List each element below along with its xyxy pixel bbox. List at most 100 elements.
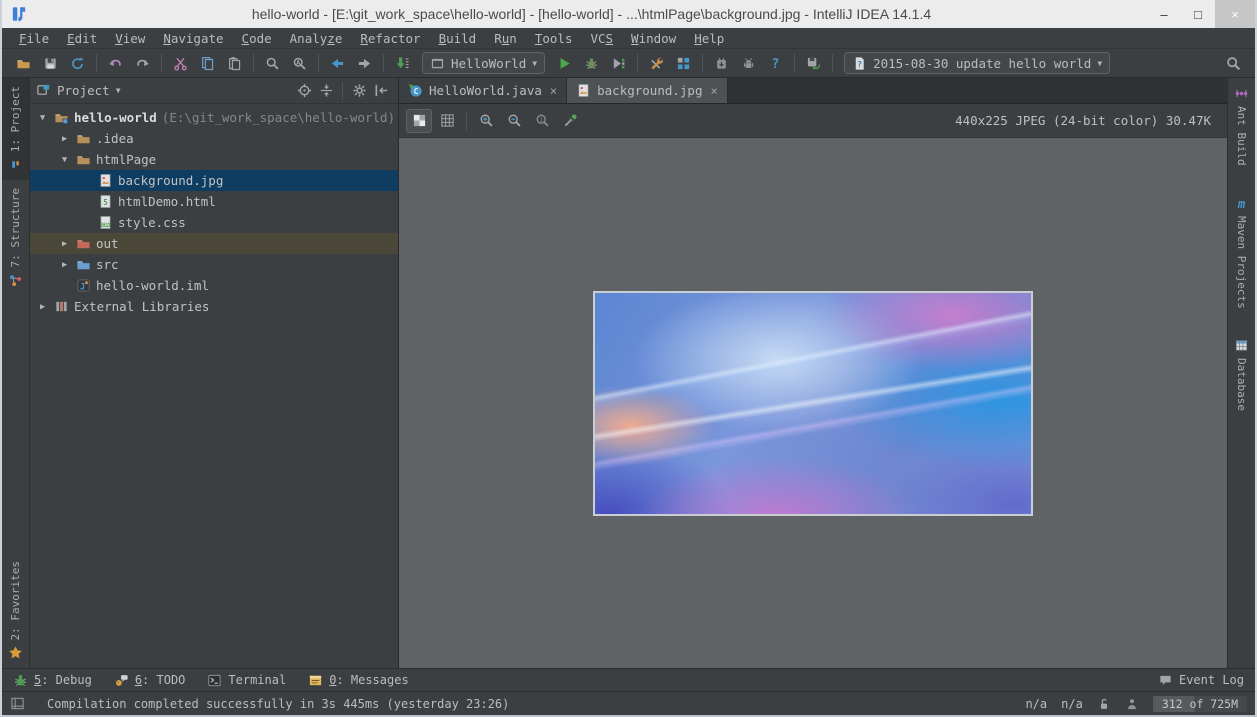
replace-button[interactable]: A bbox=[286, 51, 313, 75]
hide-panel-button[interactable] bbox=[370, 81, 392, 101]
actual-size-button[interactable]: 1 bbox=[529, 109, 555, 133]
back-button[interactable] bbox=[324, 51, 351, 75]
menu-view[interactable]: View bbox=[106, 30, 154, 47]
libraries-icon bbox=[54, 299, 69, 314]
open-folder-button[interactable] bbox=[10, 51, 37, 75]
close-button[interactable]: × bbox=[1215, 0, 1255, 28]
android-monitor-button[interactable] bbox=[708, 51, 735, 75]
tree-item-label: background.jpg bbox=[118, 173, 223, 188]
save-all-button[interactable] bbox=[37, 51, 64, 75]
tree-item-background-jpg[interactable]: background.jpg bbox=[30, 170, 398, 191]
collapsed-arrow-icon[interactable]: ▶ bbox=[58, 239, 71, 249]
vcs-commit-message-combo[interactable]: ?2015-08-30 update hello world▼ bbox=[844, 52, 1110, 74]
editor-tab-background-jpg[interactable]: background.jpg× bbox=[567, 78, 728, 103]
hector-inspector-icon[interactable] bbox=[1125, 697, 1139, 711]
tool-window-button-maven-projects[interactable]: mMaven Projects bbox=[1228, 188, 1255, 317]
collapsed-arrow-icon[interactable]: ▶ bbox=[58, 260, 71, 270]
column-mode-button[interactable] bbox=[389, 51, 416, 75]
menu-analyze[interactable]: Analyze bbox=[281, 30, 352, 47]
tool-window-button-7-structure[interactable]: 7: Structure bbox=[2, 180, 29, 295]
grid-button[interactable] bbox=[434, 109, 460, 133]
messages-icon bbox=[308, 673, 323, 688]
menu-run[interactable]: Run bbox=[485, 30, 526, 47]
toggle-tool-buttons-icon[interactable] bbox=[10, 696, 25, 711]
zoom-out-button[interactable] bbox=[501, 109, 527, 133]
tool-window-button-0-messages[interactable]: 0: Messages bbox=[297, 669, 419, 691]
menu-build[interactable]: Build bbox=[430, 30, 486, 47]
transparency-checkerboard-button[interactable] bbox=[406, 109, 432, 133]
menu-navigate[interactable]: Navigate bbox=[154, 30, 232, 47]
menu-edit[interactable]: Edit bbox=[58, 30, 106, 47]
project-view-selector[interactable]: Project ▼ bbox=[36, 83, 147, 98]
tree-item-out[interactable]: ▶out bbox=[30, 233, 398, 254]
menu-code[interactable]: Code bbox=[233, 30, 281, 47]
menu-help[interactable]: Help bbox=[685, 30, 733, 47]
search-everywhere-button[interactable] bbox=[1220, 51, 1247, 75]
tool-window-button-5-debug[interactable]: 5: Debug bbox=[2, 669, 103, 691]
collapsed-arrow-icon[interactable]: ▶ bbox=[36, 302, 49, 312]
tool-window-button-2-favorites[interactable]: 2: Favorites bbox=[2, 553, 29, 668]
tree-item-htmlpage[interactable]: ▼htmlPage bbox=[30, 149, 398, 170]
menu-vcs[interactable]: VCS bbox=[581, 30, 622, 47]
undo-button[interactable] bbox=[102, 51, 129, 75]
collapse-all-button[interactable] bbox=[315, 81, 337, 101]
memory-indicator[interactable]: 312 of 725M bbox=[1153, 696, 1247, 712]
css-file-icon: CSS bbox=[98, 215, 113, 230]
zoom-in-button[interactable] bbox=[473, 109, 499, 133]
paste-button[interactable] bbox=[221, 51, 248, 75]
menu-refactor[interactable]: Refactor bbox=[351, 30, 429, 47]
run-button[interactable] bbox=[551, 51, 578, 75]
tree-item-src[interactable]: ▶src bbox=[30, 254, 398, 275]
close-tab-icon[interactable]: × bbox=[710, 84, 717, 98]
tree-item-style-css[interactable]: CSSstyle.css bbox=[30, 212, 398, 233]
tool-window-button-terminal[interactable]: Terminal bbox=[196, 669, 297, 691]
debug-button[interactable] bbox=[578, 51, 605, 75]
image-file-icon bbox=[576, 83, 591, 98]
menu-tools[interactable]: Tools bbox=[526, 30, 582, 47]
gear-button[interactable] bbox=[348, 81, 370, 101]
lock-icon[interactable] bbox=[1097, 697, 1111, 711]
search-everywhere-icon bbox=[1226, 56, 1241, 71]
forward-button[interactable] bbox=[351, 51, 378, 75]
redo-button[interactable] bbox=[129, 51, 156, 75]
find-button[interactable] bbox=[259, 51, 286, 75]
help-button[interactable]: ? bbox=[762, 51, 789, 75]
settings-button[interactable] bbox=[643, 51, 670, 75]
menu-file[interactable]: File bbox=[10, 30, 58, 47]
tree-item-external-libraries[interactable]: ▶ External Libraries bbox=[30, 296, 398, 317]
copy-button[interactable] bbox=[194, 51, 221, 75]
maximize-button[interactable]: □ bbox=[1181, 0, 1215, 28]
tool-window-button-6-todo[interactable]: 6: TODO bbox=[103, 669, 197, 691]
run-configuration-combo[interactable]: HelloWorld▼ bbox=[422, 52, 545, 74]
tree-item-hello-world-iml[interactable]: Jhello-world.iml bbox=[30, 275, 398, 296]
menu-window[interactable]: Window bbox=[622, 30, 685, 47]
project-tool-icon bbox=[8, 157, 23, 172]
tree-item-htmldemo-html[interactable]: 5htmlDemo.html bbox=[30, 191, 398, 212]
synchronize-button[interactable] bbox=[64, 51, 91, 75]
cursor-position-indicator[interactable]: n/a bbox=[1025, 697, 1047, 711]
expanded-arrow-icon[interactable]: ▼ bbox=[36, 113, 49, 123]
color-picker-button[interactable] bbox=[557, 109, 583, 133]
tool-window-button-database[interactable]: Database bbox=[1228, 330, 1255, 419]
locate-icon bbox=[297, 83, 312, 98]
tree-item--idea[interactable]: ▶.idea bbox=[30, 128, 398, 149]
tool-window-button-1-project[interactable]: 1: Project bbox=[2, 78, 29, 180]
svg-text:5: 5 bbox=[103, 198, 108, 207]
tool-window-button-label: 7: Structure bbox=[9, 188, 22, 267]
project-structure-button[interactable] bbox=[670, 51, 697, 75]
expanded-arrow-icon[interactable]: ▼ bbox=[58, 155, 71, 165]
coverage-button[interactable] bbox=[605, 51, 632, 75]
collapsed-arrow-icon[interactable]: ▶ bbox=[58, 134, 71, 144]
tool-window-button-event-log[interactable]: Event Log bbox=[1147, 669, 1255, 691]
tool-window-button-ant-build[interactable]: Ant Build bbox=[1228, 78, 1255, 174]
locate-button[interactable] bbox=[293, 81, 315, 101]
close-tab-icon[interactable]: × bbox=[550, 84, 557, 98]
editor-tab-helloworld-java[interactable]: CHelloWorld.java× bbox=[399, 78, 567, 103]
tree-item-hello-world[interactable]: ▼hello-world (E:\git_work_space\hello-wo… bbox=[30, 107, 398, 128]
save-and-sync-button[interactable] bbox=[800, 51, 827, 75]
encoding-indicator[interactable]: n/a bbox=[1061, 697, 1083, 711]
android-button[interactable] bbox=[735, 51, 762, 75]
cut-button[interactable] bbox=[167, 51, 194, 75]
tree-item-label: External Libraries bbox=[74, 299, 209, 314]
minimize-button[interactable]: – bbox=[1147, 0, 1181, 28]
